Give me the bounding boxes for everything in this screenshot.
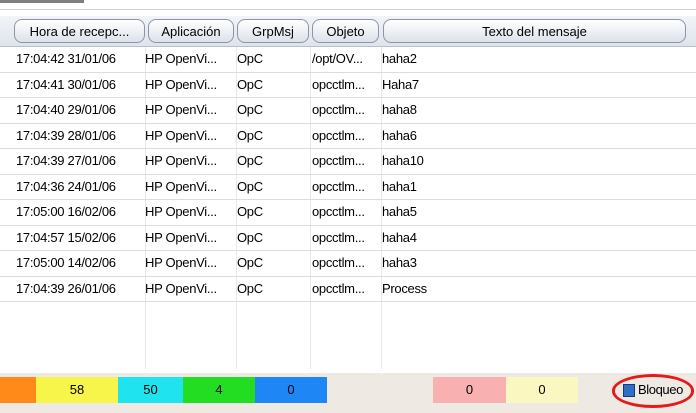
column-header-aplicacion[interactable]: Aplicación [148, 19, 234, 43]
cell-hora: 17:04:39 28/01/06 [16, 127, 116, 143]
cell-hora: 17:05:00 16/02/06 [16, 204, 116, 219]
table-row[interactable]: 17:04:41 30/01/06 HP OpenVi... OpC opcct… [0, 73, 696, 98]
cell-grpmsj: OpC [237, 76, 263, 92]
cell-objeto: /opt/OV... [312, 51, 363, 66]
message-table: 17:04:42 31/01/06 HP OpenVi... OpC /opt/… [0, 47, 696, 302]
cell-grpmsj: OpC [237, 280, 263, 296]
severity-segment-unknown[interactable]: 0 [255, 377, 327, 403]
cell-objeto: opcctlm... [312, 178, 365, 194]
status-segment-pink[interactable]: 0 [433, 377, 506, 403]
cell-aplicacion: HP OpenVi... [145, 153, 217, 168]
cell-texto: Process [382, 280, 427, 296]
table-row[interactable]: 17:04:39 27/01/06 HP OpenVi... OpC opcct… [0, 149, 696, 175]
cell-texto: haha2 [382, 51, 417, 66]
cell-texto: haha1 [382, 178, 417, 194]
cell-texto: Haha7 [382, 76, 419, 92]
cell-objeto: opcctlm... [312, 153, 365, 168]
cell-texto: haha8 [382, 102, 417, 117]
cell-objeto: opcctlm... [312, 229, 365, 245]
cell-hora: 17:04:39 26/01/06 [16, 280, 116, 296]
cell-aplicacion: HP OpenVi... [145, 229, 217, 245]
cell-aplicacion: HP OpenVi... [145, 51, 217, 66]
table-row[interactable]: 17:04:39 28/01/06 HP OpenVi... OpC opcct… [0, 124, 696, 149]
cell-objeto: opcctlm... [312, 127, 365, 143]
cell-hora: 17:05:00 14/02/06 [16, 255, 116, 270]
cell-hora: 17:04:36 24/01/06 [16, 178, 116, 194]
cell-texto: haha10 [382, 153, 424, 168]
cell-texto: haha5 [382, 204, 417, 219]
cell-grpmsj: OpC [237, 153, 263, 168]
cell-hora: 17:04:39 27/01/06 [16, 153, 116, 168]
lock-document-icon [623, 384, 635, 397]
table-row[interactable]: 17:04:57 15/02/06 HP OpenVi... OpC opcct… [0, 226, 696, 251]
severity-segment-major[interactable] [0, 377, 36, 403]
severity-segment-minor[interactable]: 58 [36, 377, 118, 403]
table-row[interactable]: 17:05:00 16/02/06 HP OpenVi... OpC opcct… [0, 200, 696, 226]
column-header-grpmsj[interactable]: GrpMsj [237, 19, 309, 43]
cell-hora: 17:04:57 15/02/06 [16, 229, 116, 245]
top-toolbar-strip [0, 0, 696, 10]
table-row[interactable]: 17:05:00 14/02/06 HP OpenVi... OpC opcct… [0, 251, 696, 277]
column-header-hora[interactable]: Hora de recepc... [14, 19, 145, 43]
cell-aplicacion: HP OpenVi... [145, 76, 217, 92]
lock-label: Bloqueo [638, 382, 683, 397]
cell-objeto: opcctlm... [312, 102, 365, 117]
table-row[interactable]: 17:04:42 31/01/06 HP OpenVi... OpC /opt/… [0, 47, 696, 73]
cell-texto: haha4 [382, 229, 417, 245]
cell-grpmsj: OpC [237, 51, 263, 66]
cell-grpmsj: OpC [237, 204, 263, 219]
cell-objeto: opcctlm... [312, 255, 365, 270]
cell-aplicacion: HP OpenVi... [145, 102, 217, 117]
cell-hora: 17:04:40 29/01/06 [16, 102, 116, 117]
cell-aplicacion: HP OpenVi... [145, 280, 217, 296]
cell-grpmsj: OpC [237, 255, 263, 270]
status-segment-lightyellow[interactable]: 0 [506, 377, 578, 403]
cell-hora: 17:04:41 30/01/06 [16, 76, 116, 92]
severity-segment-normal[interactable]: 4 [183, 377, 255, 403]
cell-texto: haha6 [382, 127, 417, 143]
message-table-header: Hora de recepc... Aplicación GrpMsj Obje… [0, 16, 696, 47]
cell-objeto: opcctlm... [312, 280, 365, 296]
table-row[interactable]: 17:04:39 26/01/06 HP OpenVi... OpC opcct… [0, 277, 696, 302]
cell-objeto: opcctlm... [312, 76, 365, 92]
toolbar-divider [0, 0, 84, 3]
lock-button[interactable]: Bloqueo [612, 374, 696, 408]
cell-hora: 17:04:42 31/01/06 [16, 51, 116, 66]
severity-segment-warning[interactable]: 50 [118, 377, 183, 403]
cell-aplicacion: HP OpenVi... [145, 255, 217, 270]
table-row[interactable]: 17:04:40 29/01/06 HP OpenVi... OpC opcct… [0, 98, 696, 124]
column-header-texto[interactable]: Texto del mensaje [383, 19, 686, 43]
cell-objeto: opcctlm... [312, 204, 365, 219]
cell-grpmsj: OpC [237, 102, 263, 117]
cell-texto: haha3 [382, 255, 417, 270]
table-row[interactable]: 17:04:36 24/01/06 HP OpenVi... OpC opcct… [0, 175, 696, 200]
cell-aplicacion: HP OpenVi... [145, 204, 217, 219]
cell-aplicacion: HP OpenVi... [145, 178, 217, 194]
cell-aplicacion: HP OpenVi... [145, 127, 217, 143]
column-header-objeto[interactable]: Objeto [312, 19, 379, 43]
cell-grpmsj: OpC [237, 127, 263, 143]
message-browser-status-bar: 58 50 4 0 0 0 Bloqueo [0, 373, 696, 413]
cell-grpmsj: OpC [237, 229, 263, 245]
cell-grpmsj: OpC [237, 178, 263, 194]
